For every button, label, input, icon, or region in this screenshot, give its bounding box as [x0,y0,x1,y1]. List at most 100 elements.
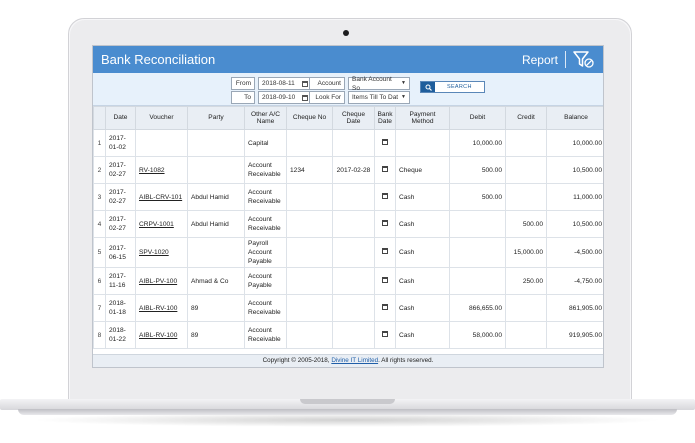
table-row: 2 2017-02-27 RV-1082 Account Receivable … [93,156,603,184]
voucher-link[interactable]: CRPV-1001 [139,221,174,228]
calendar-icon[interactable] [382,248,388,254]
laptop-notch [300,399,395,404]
date-cell: 2017-01-02 [105,129,136,157]
payment-method-cell: Cash [395,294,450,322]
row-index: 5 [93,237,106,268]
voucher-link[interactable]: SPV-1020 [139,249,169,256]
column-header-payment-method[interactable]: Payment Method [395,106,450,130]
column-header-voucher[interactable]: Voucher [135,106,188,130]
bank-date-cell[interactable] [374,210,396,238]
account-select[interactable]: Bank Account So ▼ [348,75,410,92]
report-link[interactable]: Report [522,53,558,67]
voucher-link[interactable]: AIBL-RV-100 [139,305,177,312]
dropdown-arrow-icon: ▼ [401,80,406,86]
calendar-icon[interactable] [382,303,388,310]
row-index: 6 [93,267,106,295]
cheque-no-cell [286,183,333,211]
lookfor-select[interactable]: Items Till To Dat ▼ [348,91,410,104]
payment-method-cell: Cash [395,183,450,211]
credit-cell: 500.00 [505,210,547,238]
row-index: 3 [93,183,106,211]
calendar-icon[interactable] [302,94,308,101]
column-header-cheque-no[interactable]: Cheque No [286,106,333,130]
column-header-credit[interactable]: Credit [505,106,547,130]
laptop-shadow [30,413,665,427]
from-date-input[interactable]: 2018-08-11 [258,77,312,90]
calendar-icon[interactable] [382,330,388,337]
column-header-bank-date[interactable]: Bank Date [374,106,396,130]
balance-cell: -4,500.00 [546,237,603,268]
rights-text: . All rights reserved. [378,357,434,364]
cheque-date-cell [332,129,375,157]
bank-date-cell[interactable] [374,237,396,268]
column-header-debit[interactable]: Debit [449,106,506,130]
table-row: 1 2017-01-02 Capital 10,000.00 10,000.00 [93,129,603,157]
to-date-input[interactable]: 2018-09-10 [258,91,312,104]
page-title: Bank Reconciliation [101,52,216,67]
to-label: To [231,91,255,104]
cheque-no-cell [286,129,333,157]
row-index: 2 [93,156,106,184]
column-header-date[interactable]: Date [105,106,136,130]
credit-cell [505,294,547,322]
bank-date-cell[interactable] [374,267,396,295]
balance-cell: 919,905.00 [546,321,603,349]
voucher-link[interactable]: AIBL-PV-100 [139,278,177,285]
credit-cell [505,183,547,211]
from-date-value: 2018-08-11 [262,80,295,87]
bank-date-cell[interactable] [374,156,396,184]
company-link[interactable]: Divine IT Limited [331,357,378,364]
credit-cell [505,321,547,349]
payment-method-cell: Cash [395,267,450,295]
search-label: SEARCH [447,84,472,90]
column-header-balance[interactable]: Balance [546,106,603,130]
reconciliation-table: Date Voucher Party Other A/C Name Cheque… [93,106,603,349]
date-cell: 2018-01-18 [105,294,136,322]
row-index: 1 [93,129,106,157]
row-index: 7 [93,294,106,322]
party-cell: 89 [187,294,245,322]
date-cell: 2018-01-22 [105,321,136,349]
table-row: 4 2017-02-27 CRPV-1001 Abdul Hamid Accou… [93,210,603,238]
voucher-link[interactable]: AIBL-CRV-101 [139,194,182,201]
cheque-date-cell [332,267,375,295]
column-header-other-ac[interactable]: Other A/C Name [244,106,287,130]
calendar-icon[interactable] [382,192,388,199]
account-select-value: Bank Account So [352,75,392,92]
from-label: From [231,77,255,90]
bank-date-cell[interactable] [374,294,396,322]
debit-cell: 500.00 [449,156,506,184]
bank-date-cell[interactable] [374,183,396,211]
credit-cell: 250.00 [505,267,547,295]
other-ac-cell: Account Receivable [244,294,287,322]
calendar-icon[interactable] [302,80,308,87]
filter-clear-icon[interactable] [573,50,595,69]
balance-cell: 10,500.00 [546,156,603,184]
debit-cell [449,210,506,238]
column-header [93,106,106,130]
calendar-icon[interactable] [382,276,388,283]
account-row: Account Bank Account So ▼ [309,75,410,92]
column-header-cheque-date[interactable]: Cheque Date [332,106,375,130]
table-row: 7 2018-01-18 AIBL-RV-100 89 Account Rece… [93,294,603,322]
voucher-link[interactable] [135,129,188,157]
voucher-link[interactable]: AIBL-RV-100 [139,332,177,339]
bank-date-cell[interactable] [374,321,396,349]
cheque-no-cell [286,321,333,349]
table-header-row: Date Voucher Party Other A/C Name Cheque… [93,106,603,130]
balance-cell: 10,000.00 [546,129,603,157]
column-header-party[interactable]: Party [187,106,245,130]
app-screen: Bank Reconciliation Report From 2018-08-… [92,45,604,368]
other-ac-cell: Payroll Account Payable [244,237,287,268]
table-row: 5 2017-06-15 SPV-1020 Payroll Account Pa… [93,237,603,268]
calendar-icon[interactable] [382,165,388,172]
voucher-link[interactable]: RV-1082 [139,167,165,174]
cheque-date-cell [332,183,375,211]
calendar-icon[interactable] [382,138,388,145]
bank-date-cell[interactable] [374,129,396,157]
search-button[interactable]: SEARCH [420,81,485,93]
other-ac-cell: Account Receivable [244,183,287,211]
debit-cell [449,267,506,295]
calendar-icon[interactable] [382,219,388,226]
payment-method-cell [395,129,450,157]
